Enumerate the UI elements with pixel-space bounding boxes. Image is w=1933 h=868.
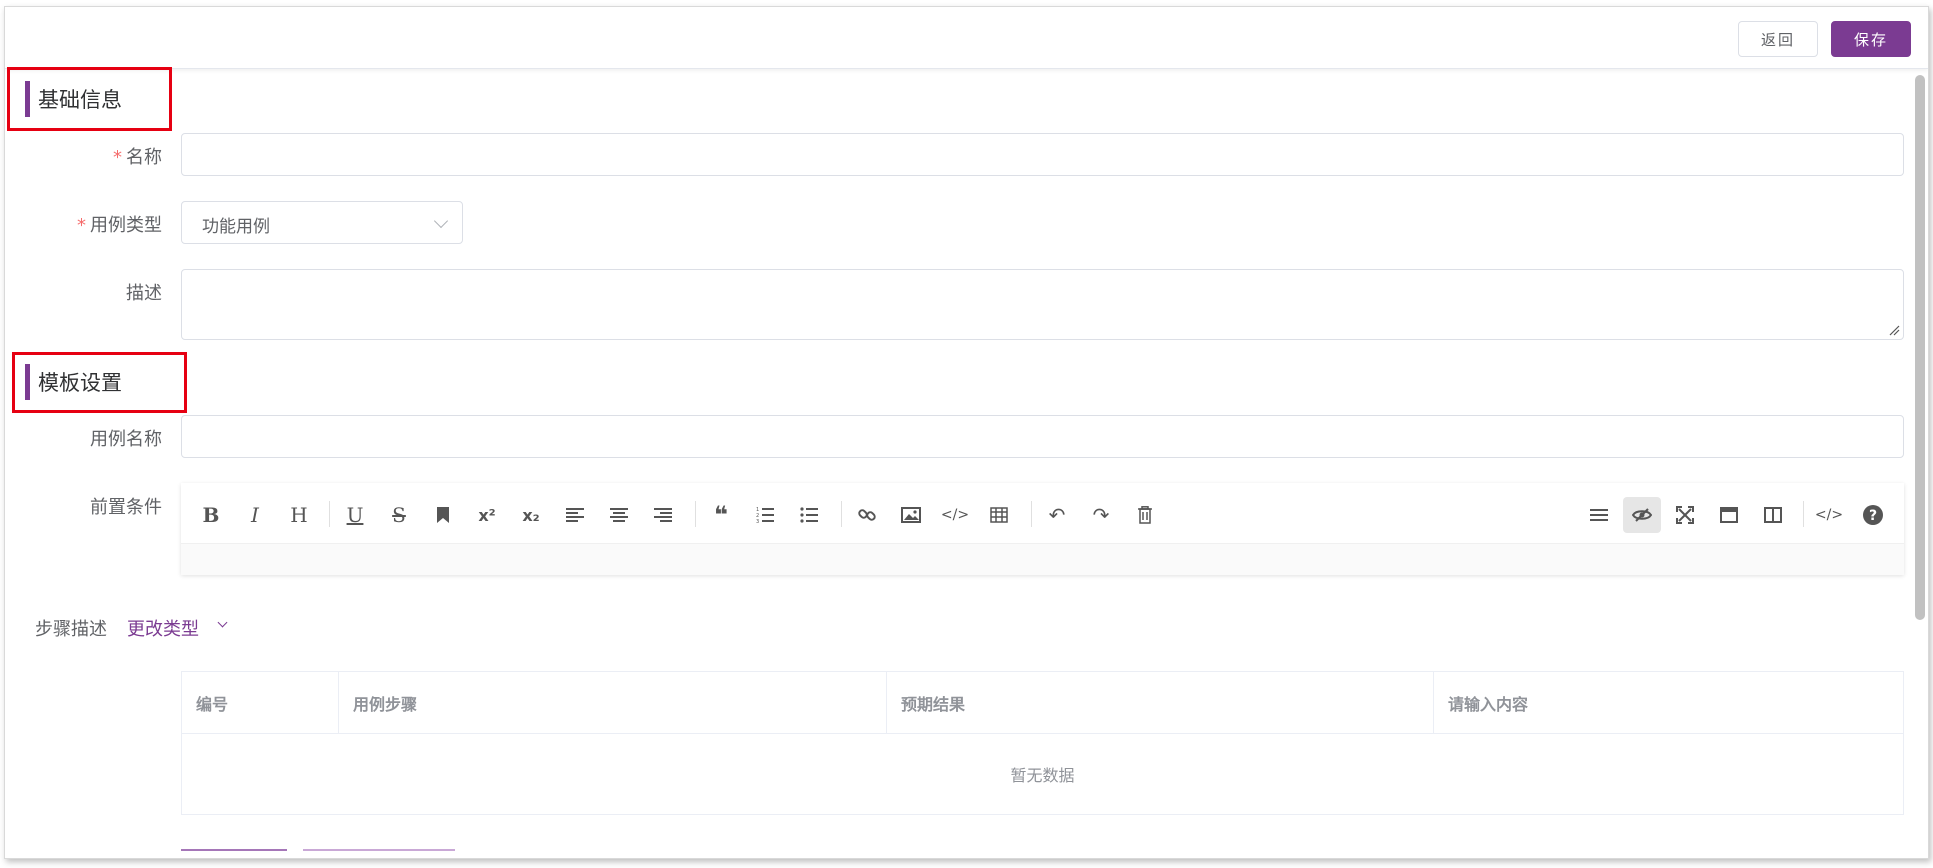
help-icon[interactable]: ? [1859, 501, 1887, 529]
name-label: * 名称 [113, 147, 162, 168]
step-description-label: 步骤描述 [35, 619, 107, 640]
vertical-scrollbar[interactable] [1915, 75, 1925, 620]
svg-text:?: ? [1869, 508, 1877, 524]
bottom-button-edge[interactable] [303, 849, 455, 851]
case-name-input[interactable] [181, 415, 1904, 458]
preview-toggle-icon[interactable] [1623, 497, 1661, 533]
description-textarea[interactable] [181, 269, 1904, 340]
case-name-label: 用例名称 [90, 429, 162, 450]
align-center-icon[interactable] [605, 501, 633, 529]
section-title-template: 模板设置 [38, 371, 122, 395]
subscript-icon[interactable]: x₂ [517, 501, 545, 529]
split-view-icon[interactable] [1759, 501, 1787, 529]
italic-icon[interactable]: I [241, 501, 269, 529]
save-button[interactable]: 保存 [1831, 21, 1911, 57]
ordered-list-icon[interactable]: 123 [751, 501, 779, 529]
bookmark-icon[interactable] [429, 501, 457, 529]
bold-icon[interactable]: B [197, 501, 225, 529]
required-mark: * [113, 147, 122, 168]
case-type-value: 功能用例 [202, 217, 270, 237]
svg-text:3: 3 [756, 519, 759, 523]
description-label: 描述 [126, 283, 162, 304]
strikethrough-icon[interactable]: S [385, 501, 413, 529]
toolbar-divider [695, 501, 696, 527]
section-basic-info: 基础信息 [25, 81, 122, 117]
change-type-link[interactable]: 更改类型 [127, 615, 199, 641]
undo-icon[interactable]: ↶ [1043, 501, 1071, 529]
quote-icon[interactable]: ❝ [707, 501, 735, 529]
required-mark: * [77, 215, 86, 236]
section-accent-bar [25, 81, 30, 117]
redo-icon[interactable]: ↷ [1087, 501, 1115, 529]
bottom-button-edge[interactable] [181, 849, 287, 851]
app-frame: 返回 保存 基础信息 * 名称 * 用例类型 功能用例 描述 模板设置 用例名称 前… [4, 6, 1929, 859]
code-icon[interactable]: </> [941, 501, 969, 529]
table-header-number: 编号 [182, 672, 339, 734]
name-input[interactable] [181, 133, 1904, 176]
section-title-basic: 基础信息 [38, 88, 122, 112]
underline-icon[interactable]: U [341, 501, 369, 529]
fullscreen-icon[interactable] [1671, 501, 1699, 529]
heading-icon[interactable]: H [285, 501, 313, 529]
trash-icon[interactable] [1131, 501, 1159, 529]
precondition-label: 前置条件 [90, 497, 162, 518]
unordered-list-icon[interactable] [795, 501, 823, 529]
table-header-expected: 预期结果 [887, 672, 1434, 734]
table-header-input-content: 请输入内容 [1434, 672, 1903, 734]
table-icon[interactable] [985, 501, 1013, 529]
image-icon[interactable] [897, 501, 925, 529]
case-type-label: * 用例类型 [77, 215, 162, 236]
table-empty-text: 暂无数据 [1010, 766, 1075, 785]
align-right-icon[interactable] [649, 501, 677, 529]
toolbar-divider [1803, 501, 1804, 527]
link-icon[interactable] [853, 501, 881, 529]
case-type-select[interactable]: 功能用例 [181, 201, 463, 244]
toolbar-divider [1031, 501, 1032, 527]
top-toolbar: 返回 保存 [5, 7, 1928, 69]
precondition-editor: B I H U S x² x₂ ❝ 123 </> ↶ ↷ </> ? [181, 483, 1904, 575]
toolbar-divider [329, 501, 330, 527]
window-icon[interactable] [1715, 501, 1743, 529]
steps-table: 编号 用例步骤 预期结果 请输入内容 暂无数据 [181, 671, 1904, 815]
precondition-editor-body[interactable] [181, 543, 1904, 575]
superscript-icon[interactable]: x² [473, 501, 501, 529]
table-header-step: 用例步骤 [339, 672, 887, 734]
chevron-down-icon[interactable] [217, 617, 228, 628]
menu-icon[interactable] [1585, 501, 1613, 529]
section-template-settings: 模板设置 [25, 364, 122, 400]
align-left-icon[interactable] [561, 501, 589, 529]
source-code-icon[interactable]: </> [1815, 501, 1843, 529]
chevron-down-icon [433, 213, 449, 229]
toolbar-divider [841, 501, 842, 527]
section-accent-bar [25, 364, 30, 400]
resize-handle-icon[interactable] [1888, 324, 1900, 336]
back-button[interactable]: 返回 [1738, 21, 1818, 57]
